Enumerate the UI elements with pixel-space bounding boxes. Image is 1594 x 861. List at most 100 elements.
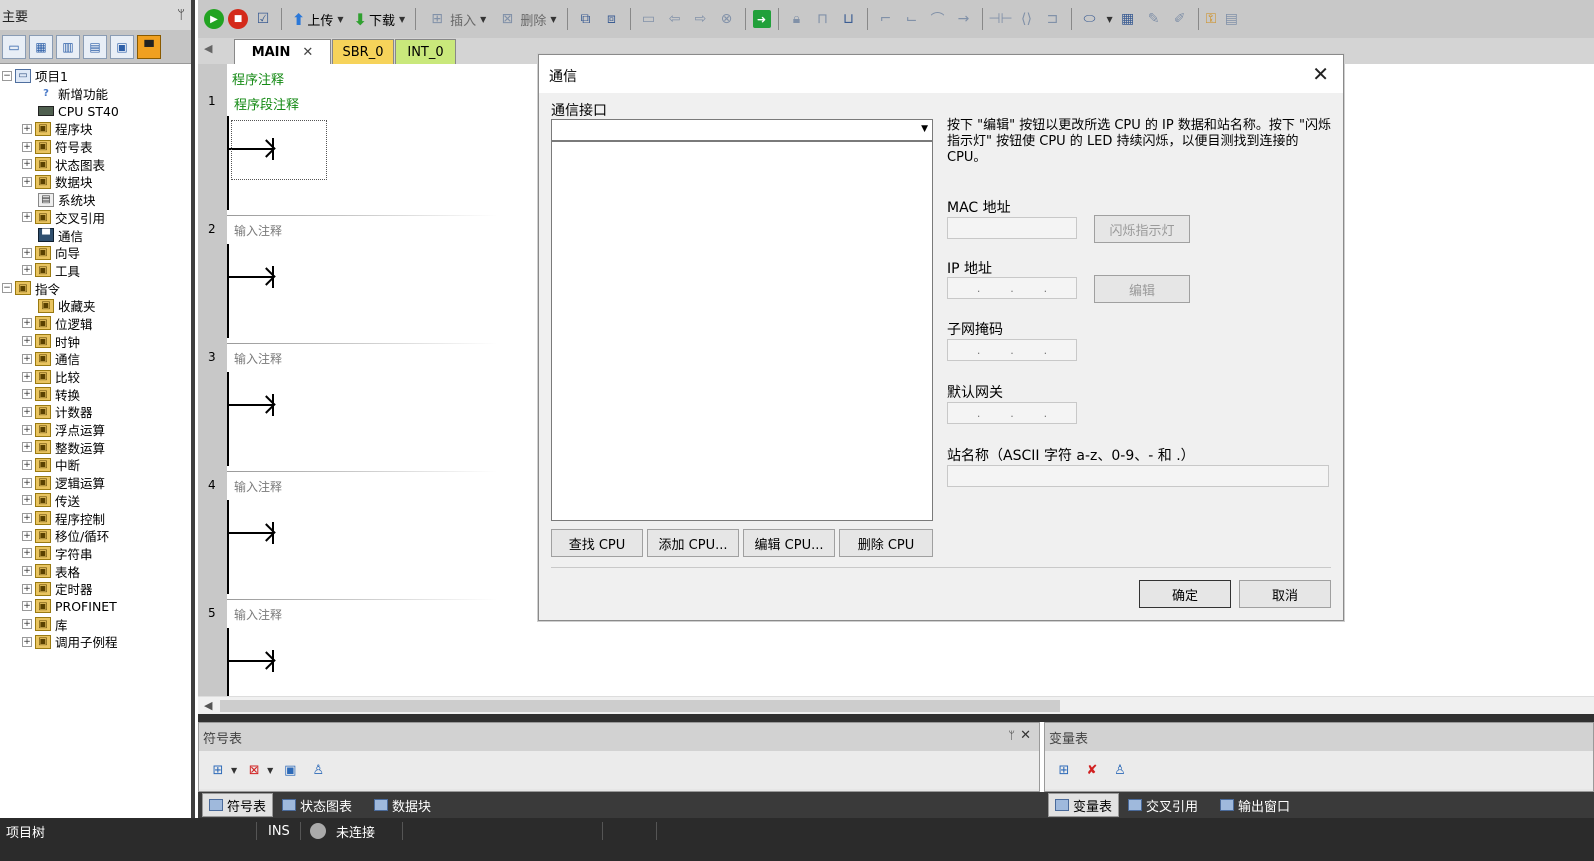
btab-status-chart[interactable]: 状态图表 [276,793,358,817]
horizontal-scrollbar[interactable]: ◀ [198,696,1594,714]
mac-field[interactable] [947,217,1077,239]
tree-item[interactable]: + ▣ 移位/循环 [0,527,191,545]
compile-icon[interactable]: ☑ [252,8,274,30]
tree-item[interactable]: + ▣ 比较 [0,368,191,386]
tree-item[interactable]: + ▣ 调用子例程 [0,633,191,651]
tree-item[interactable]: + ▣ 整数运算 [0,438,191,456]
expand-icon[interactable]: + [22,513,32,524]
expand-icon[interactable]: + [22,442,32,453]
ladder-network[interactable]: 5 输入注释 [198,600,518,696]
tree-item[interactable]: + ▣ 程序控制 [0,509,191,527]
delete-row-icon[interactable]: ⊠ [243,759,265,781]
apply-vars-icon[interactable]: ♙ [1109,759,1131,781]
expand-icon[interactable]: + [22,459,32,470]
status-icon[interactable]: ▭ [638,8,660,30]
delete-var-icon[interactable]: ✘ [1081,759,1103,781]
close-icon[interactable]: ✕ [302,45,313,60]
tree-item[interactable]: + ▣ 中断 [0,456,191,474]
expand-icon[interactable]: + [22,389,32,400]
tree-item[interactable]: + ▣ 转换 [0,385,191,403]
panel-splitter[interactable] [198,714,1594,722]
branch-down-icon[interactable]: ⌐ [875,8,897,30]
tree-item[interactable]: + ▣ 状态图表 [0,155,191,173]
gateway-field[interactable]: . . . [947,402,1077,424]
view-comm-icon[interactable]: ▀ [137,34,161,59]
tab-sbr[interactable]: SBR_0 [332,39,394,64]
tab-int[interactable]: INT_0 [395,39,456,64]
pause-monitor-icon[interactable]: ⧈ [601,8,623,30]
tree-item[interactable]: + ▣ PROFINET [0,598,191,616]
contact-icon[interactable]: ⊣⊢ [988,8,1012,30]
unlock-icon[interactable]: ⊓ [812,8,834,30]
ladder-network[interactable]: 3 输入注释 [198,344,518,472]
tree-item[interactable]: ? 新增功能 [0,85,191,103]
tree-item[interactable]: + ▣ 位逻辑 [0,315,191,333]
tree-item[interactable]: + ▣ 程序块 [0,120,191,138]
run-icon[interactable]: ▶ [204,9,224,29]
monitor-program-icon[interactable]: ⧉ [575,8,597,30]
collapse-icon[interactable]: − [2,70,12,81]
branch-line-icon[interactable]: ⌙ [901,8,923,30]
stop-icon[interactable]: ■ [228,9,248,29]
tree-item[interactable]: + ▣ 工具 [0,262,191,280]
btab-symbols[interactable]: 符号表 [202,793,274,817]
tree-item[interactable]: ▀ 通信 [0,226,191,244]
scrollbar-thumb[interactable] [220,700,1060,712]
status-project-tree[interactable]: 项目树 [6,818,45,844]
empty-rung-arrow-icon[interactable] [229,648,279,674]
expand-icon[interactable]: + [22,424,32,435]
goto-icon[interactable]: ➜ [752,10,771,28]
insert-var-icon[interactable]: ⊞ [1053,759,1075,781]
delete-cpu-button[interactable]: 删除 CPU [839,529,933,557]
insert-caret-icon[interactable]: ▼ [480,15,486,24]
tree-item[interactable]: + ▣ 传送 [0,492,191,510]
collapse-icon[interactable]: − [2,283,12,294]
tree-item[interactable]: CPU ST40 [0,102,191,120]
chevron-down-icon[interactable]: ▼ [921,124,928,134]
tree-item[interactable]: + ▣ 表格 [0,562,191,580]
ip-field[interactable]: . . . [947,277,1077,299]
table-icon[interactable]: ▦ [1117,8,1139,30]
lock-icon[interactable]: 🔒︎ [786,8,808,30]
tree-item[interactable]: ▤ 系统块 [0,191,191,209]
tree-item[interactable]: + ▣ 数据块 [0,173,191,191]
line-right-icon[interactable]: → [953,8,975,30]
expand-icon[interactable]: + [22,566,32,577]
tree-item[interactable]: + ▣ 逻辑运算 [0,474,191,492]
view-data-icon[interactable]: ▤ [83,34,107,59]
expand-icon[interactable]: + [22,583,32,594]
force-icon[interactable]: ⊗ [716,8,738,30]
read-icon[interactable]: ⇦ [664,8,686,30]
btab-output[interactable]: 输出窗口 [1214,793,1296,817]
download-button[interactable]: ⬇ 下载 ▼ [351,7,409,31]
ok-button[interactable]: 确定 [1139,580,1231,608]
view-cross-ref-icon[interactable]: ▣ [110,34,134,59]
create-unused-symbols-icon[interactable]: ▣ [279,759,301,781]
expand-icon[interactable]: + [22,123,32,134]
expand-icon[interactable]: + [22,477,32,488]
delete-caret-icon[interactable]: ▼ [550,15,556,24]
cpu-list[interactable] [551,141,933,521]
btab-cross-ref[interactable]: 交叉引用 [1122,793,1204,817]
expand-icon[interactable]: + [22,176,32,187]
expand-icon[interactable]: + [22,495,32,506]
network-comment[interactable]: 输入注释 [234,222,282,239]
properties-icon[interactable]: ▤ [1220,8,1242,30]
expand-icon[interactable]: + [22,530,32,541]
expand-icon[interactable]: + [22,548,32,559]
expand-icon[interactable]: + [22,141,32,152]
interface-dropdown[interactable]: ▼ [551,119,933,141]
tree-item[interactable]: + ▣ 符号表 [0,138,191,156]
pin-icon[interactable]: ᛘ [177,8,185,23]
station-name-field[interactable] [947,465,1329,487]
tree-item[interactable]: + ▣ 通信 [0,350,191,368]
download-caret-icon[interactable]: ▼ [399,15,405,24]
add-row-icon[interactable]: ⊞ [207,759,229,781]
tab-main[interactable]: MAIN ✕ [234,39,331,64]
btab-data-block[interactable]: 数据块 [368,793,437,817]
expand-icon[interactable]: + [22,212,32,223]
clear-comment-icon[interactable]: ✐ [1169,8,1191,30]
coil-icon[interactable]: ⟨⟩ [1016,8,1038,30]
expand-icon[interactable]: + [22,406,32,417]
network-comment[interactable]: 输入注释 [234,350,282,367]
